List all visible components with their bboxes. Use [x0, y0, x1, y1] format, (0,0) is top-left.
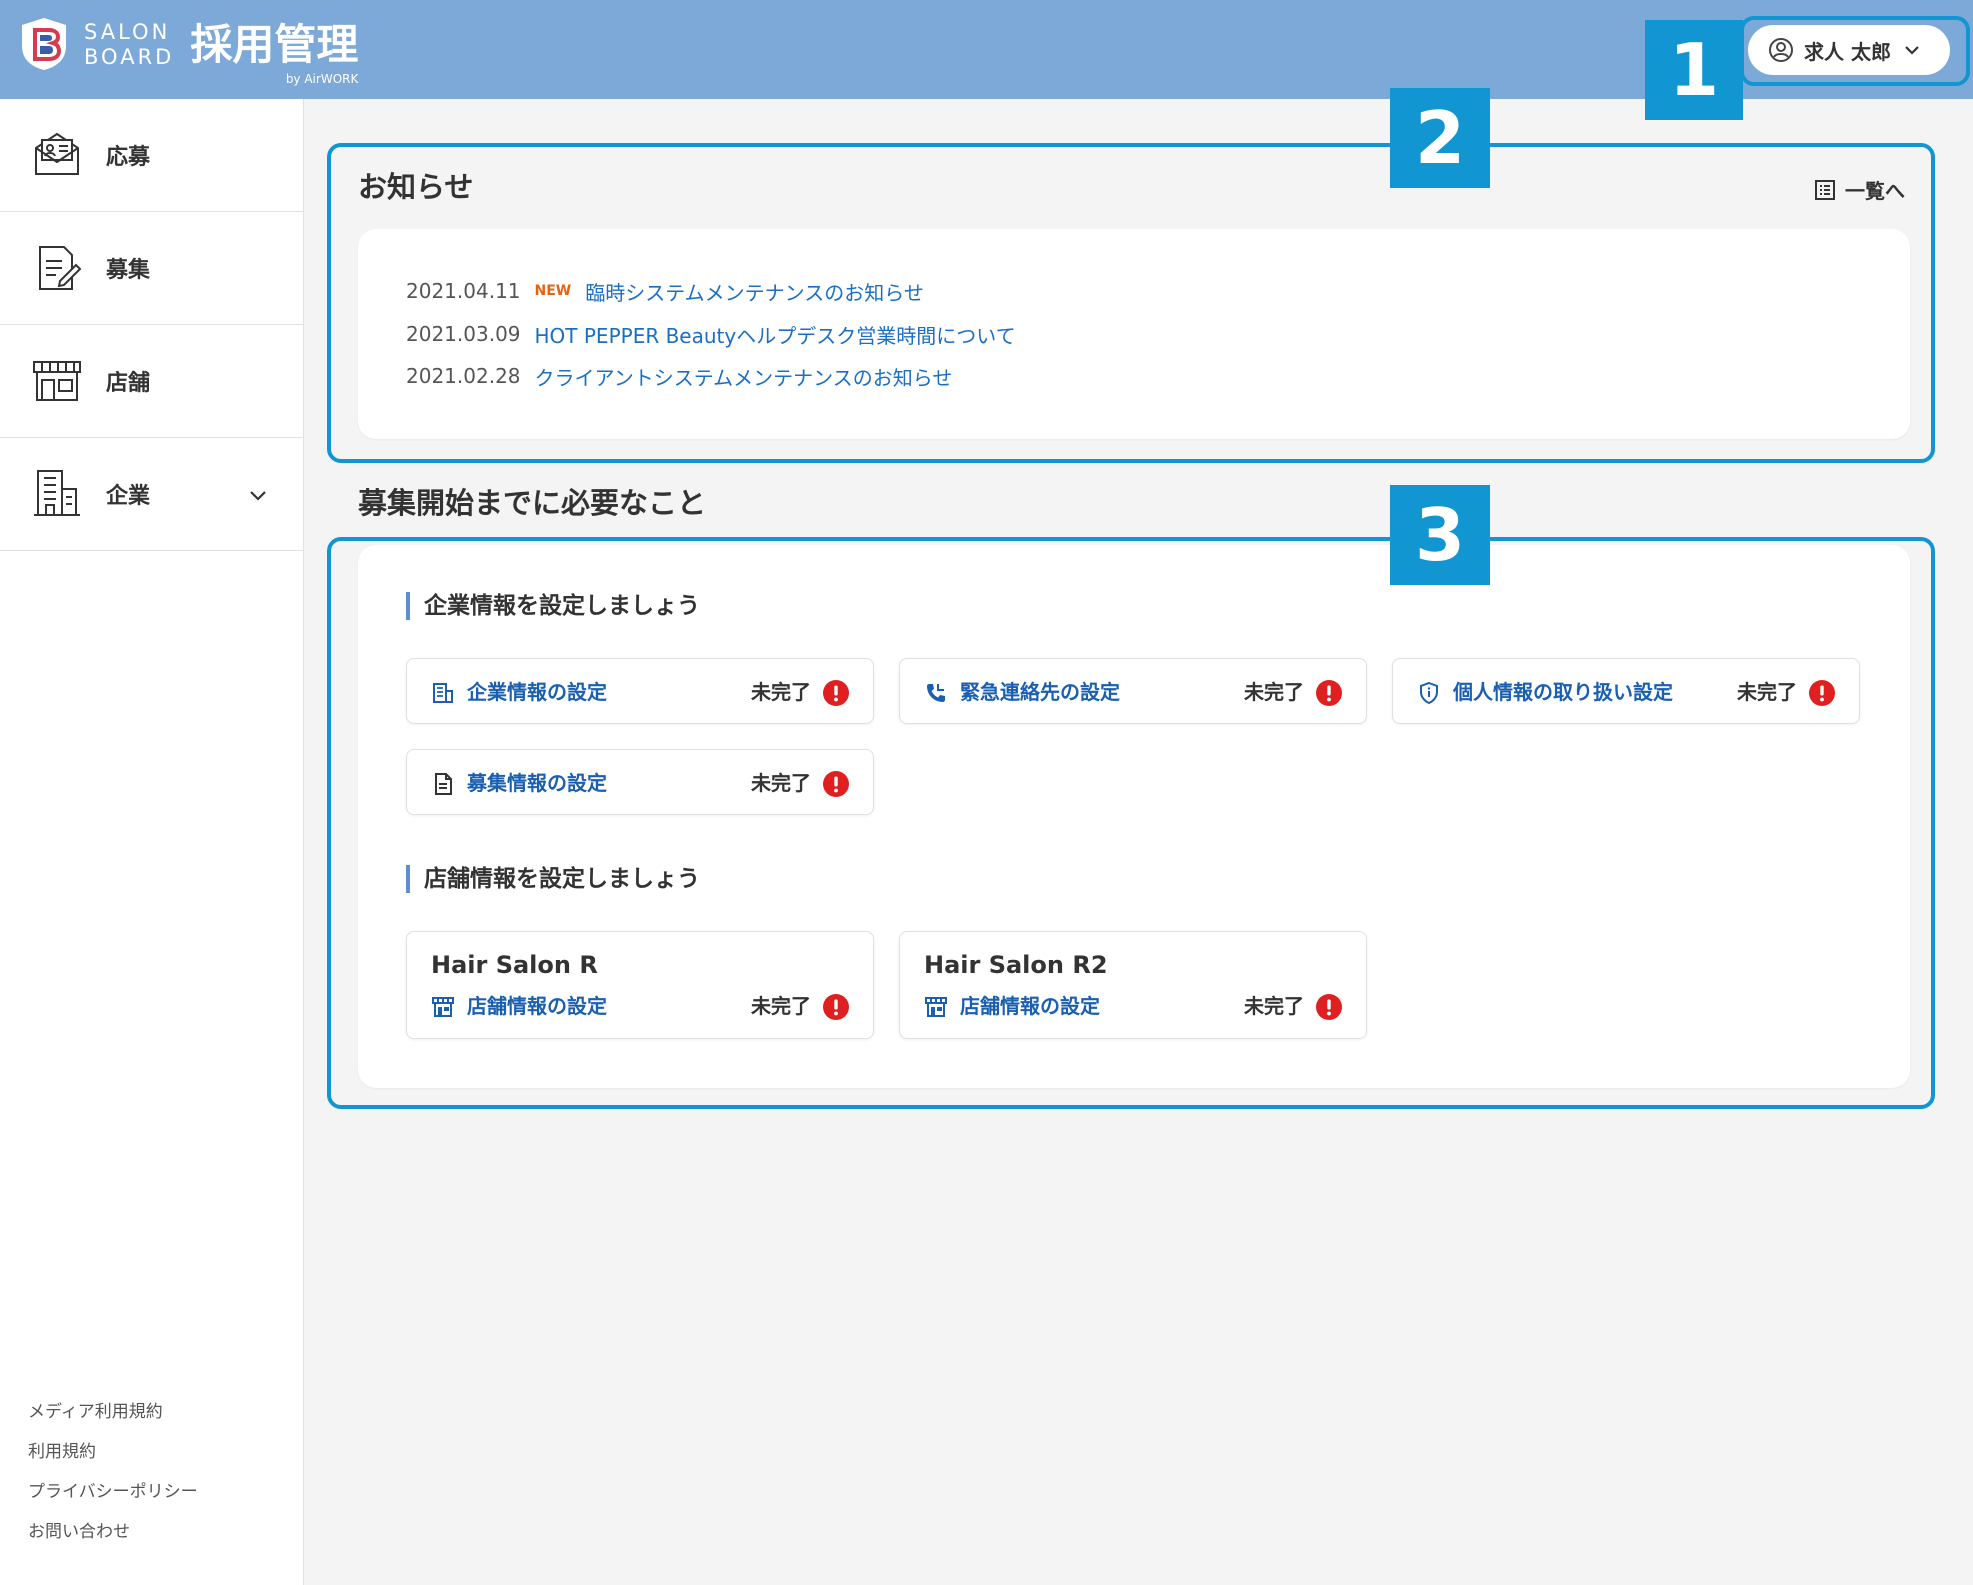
callout-number-3: 3 — [1390, 485, 1490, 585]
store-icon — [925, 997, 947, 1017]
sidebar-item-label: 応募 — [106, 145, 151, 170]
status-badge: 未完了 — [1244, 994, 1304, 1018]
setup-card: 企業情報を設定しましょう 企業情報の設定 未完了 緊急連絡先の設定 未完了 個人… — [358, 545, 1910, 1088]
user-name: 求人 太郎 — [1804, 39, 1891, 64]
store-card-hair-salon-r[interactable]: Hair Salon R 店舗情報の設定 未完了 — [406, 931, 874, 1039]
media-terms-link[interactable]: メディア利用規約 — [28, 1402, 198, 1422]
brand-name: SALON BOARD — [84, 20, 175, 69]
sidebar-item-company[interactable]: 企業 — [0, 438, 303, 551]
news-item-link[interactable]: 臨時システムメンテナンスのお知らせ — [585, 277, 924, 306]
chevron-down-icon — [1905, 46, 1919, 55]
task-label: 店舗情報の設定 — [467, 994, 607, 1018]
terms-link[interactable]: 利用規約 — [28, 1442, 198, 1462]
alert-icon — [1809, 680, 1835, 706]
store-card-hair-salon-r2[interactable]: Hair Salon R2 店舗情報の設定 未完了 — [899, 931, 1367, 1039]
phone-icon — [927, 684, 945, 702]
alert-icon — [1316, 680, 1342, 706]
status-badge: 未完了 — [751, 994, 811, 1018]
news-item[interactable]: 2021.02.28 クライアントシステムメンテナンスのお知らせ — [406, 361, 952, 391]
news-item[interactable]: 2021.03.09 HOT PEPPER Beautyヘルプデスク営業時間につ… — [406, 319, 1016, 349]
recruitment-icon — [39, 246, 82, 290]
news-title: お知らせ — [358, 170, 474, 204]
privacy-settings-task[interactable]: 個人情報の取り扱い設定 未完了 — [1392, 658, 1860, 724]
store-setup-heading: 店舗情報を設定しましょう — [406, 865, 700, 893]
sidebar-item-label: 企業 — [106, 484, 151, 509]
sidebar-item-stores[interactable]: 店舗 — [0, 325, 303, 438]
alert-icon — [1316, 994, 1342, 1020]
contact-link[interactable]: お問い合わせ — [28, 1522, 198, 1542]
user-menu-button[interactable]: 求人 太郎 — [1748, 25, 1950, 75]
status-badge: 未完了 — [751, 771, 811, 795]
store-name: Hair Salon R2 — [924, 951, 1108, 979]
store-icon — [33, 361, 81, 401]
callout-number-1: 1 — [1645, 20, 1743, 120]
task-label: 店舗情報の設定 — [960, 994, 1100, 1018]
status-badge: 未完了 — [1737, 680, 1797, 704]
news-list-link[interactable]: 一覧へ — [1813, 175, 1905, 204]
by-airwork: by AirWORK — [285, 72, 359, 86]
task-label: 緊急連絡先の設定 — [960, 680, 1120, 704]
sidebar-item-label: 募集 — [106, 258, 151, 283]
application-icon — [35, 132, 79, 175]
sidebar-item-recruitment[interactable]: 募集 — [0, 212, 303, 325]
sidebar-item-label: 店舗 — [106, 371, 151, 396]
status-badge: 未完了 — [751, 680, 811, 704]
task-label: 企業情報の設定 — [467, 680, 607, 704]
status-badge: 未完了 — [1244, 680, 1304, 704]
emergency-contact-task[interactable]: 緊急連絡先の設定 未完了 — [899, 658, 1367, 724]
list-icon — [1815, 179, 1835, 200]
document-icon — [435, 773, 452, 795]
company-building-icon — [34, 470, 80, 516]
sidebar: 応募 募集 店舗 企業 メディア利用規約 利用規約 プライバシーポリシー お問い… — [0, 99, 304, 1585]
privacy-policy-link[interactable]: プライバシーポリシー — [28, 1482, 198, 1502]
company-setup-heading: 企業情報を設定しましょう — [406, 592, 700, 620]
recruitment-info-task[interactable]: 募集情報の設定 未完了 — [406, 749, 874, 815]
news-item-link[interactable]: HOT PEPPER Beautyヘルプデスク営業時間について — [535, 320, 1016, 349]
store-name: Hair Salon R — [431, 951, 598, 979]
company-info-task[interactable]: 企業情報の設定 未完了 — [406, 658, 874, 724]
building-icon — [433, 683, 453, 703]
shield-icon — [1420, 681, 1438, 705]
callout-number-2: 2 — [1390, 88, 1490, 188]
task-label: 個人情報の取り扱い設定 — [1453, 680, 1673, 704]
store-icon — [432, 997, 454, 1017]
news-item[interactable]: 2021.04.11 NEW 臨時システムメンテナンスのお知らせ — [406, 276, 924, 306]
alert-icon — [823, 680, 849, 706]
sidebar-footer-links: メディア利用規約 利用規約 プライバシーポリシー お問い合わせ — [28, 1402, 198, 1562]
task-label: 募集情報の設定 — [467, 771, 607, 795]
user-icon — [1769, 38, 1793, 62]
logo[interactable]: SALON BOARD 採用管理 by AirWORK — [18, 16, 358, 86]
product-name: 採用管理 by AirWORK — [190, 20, 359, 86]
news-card: 2021.04.11 NEW 臨時システムメンテナンスのお知らせ 2021.03… — [358, 229, 1910, 439]
salon-board-logo-icon — [22, 18, 66, 70]
setup-title: 募集開始までに必要なこと — [358, 486, 707, 520]
alert-icon — [823, 771, 849, 797]
alert-icon — [823, 994, 849, 1020]
news-item-link[interactable]: クライアントシステムメンテナンスのお知らせ — [535, 362, 953, 391]
new-badge: NEW — [534, 283, 572, 299]
chevron-down-icon[interactable] — [247, 484, 269, 506]
sidebar-item-applications[interactable]: 応募 — [0, 99, 303, 212]
